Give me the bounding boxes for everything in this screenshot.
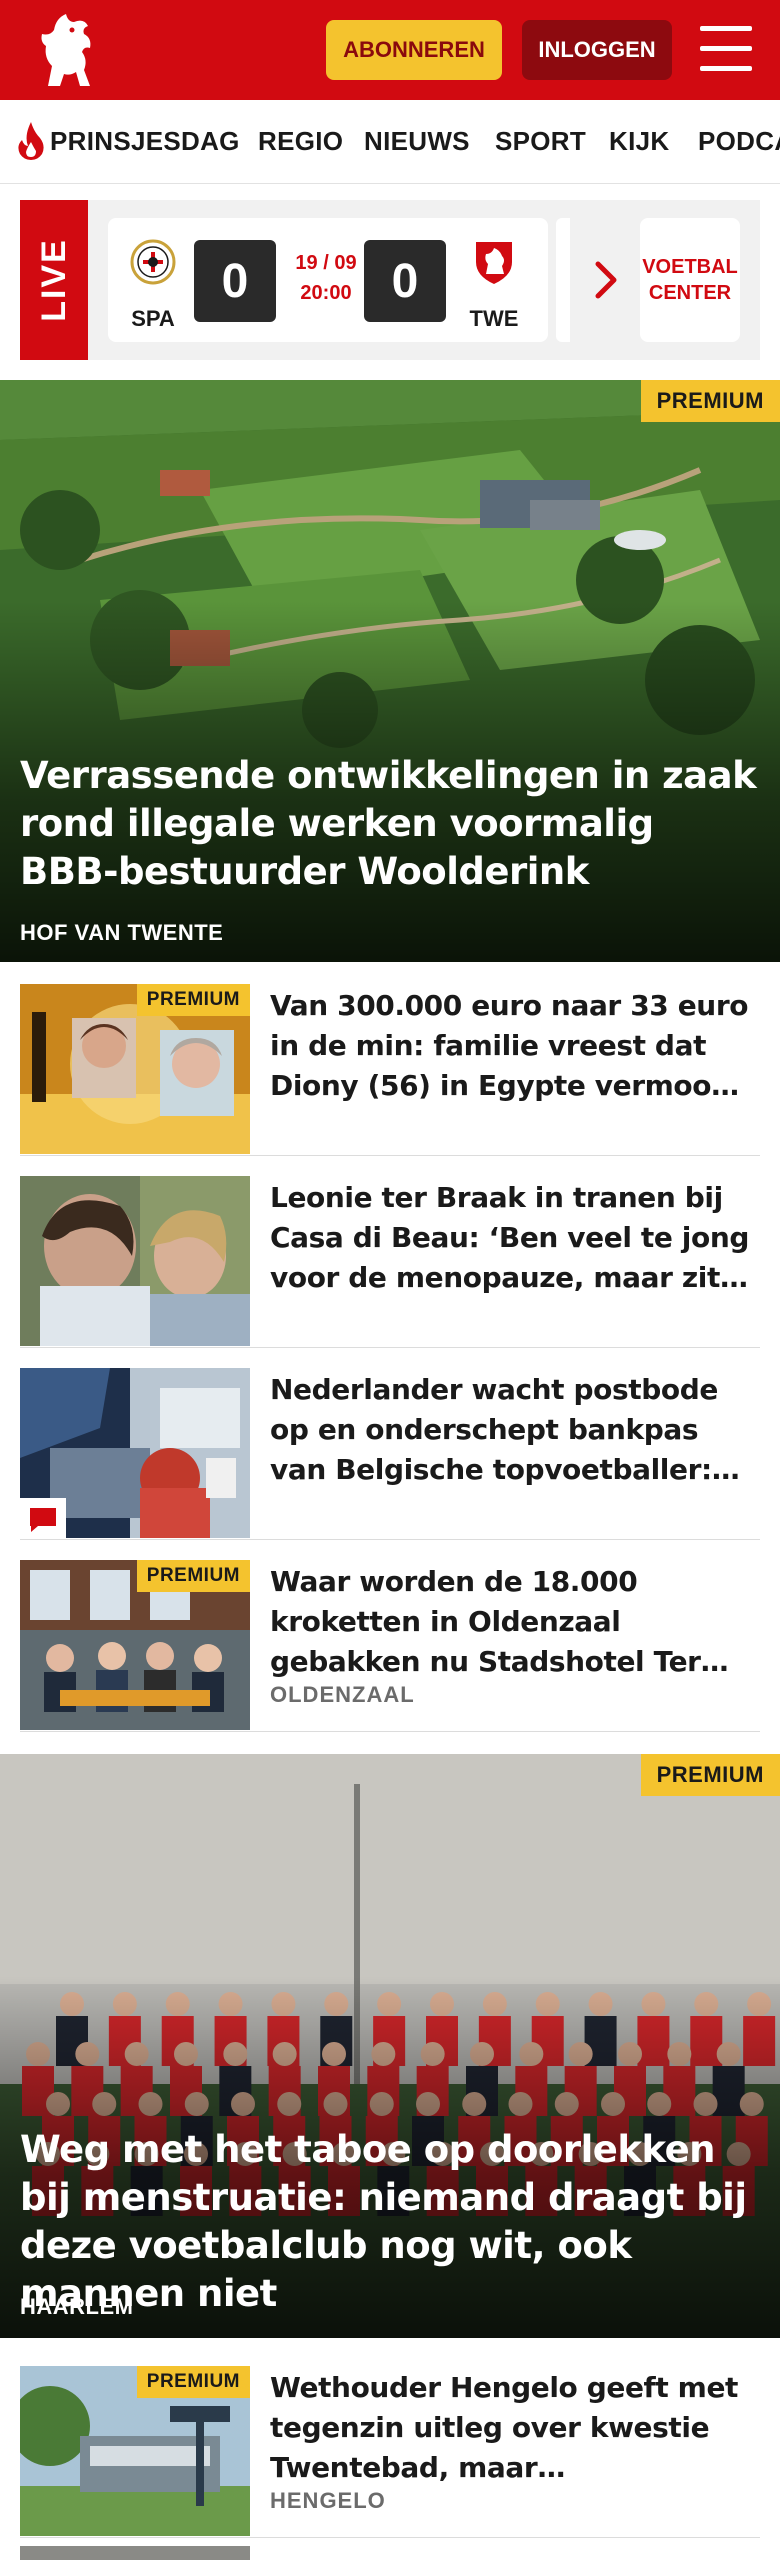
next-match-card-edge[interactable]	[556, 218, 570, 342]
match-datetime: 19 / 09 20:00	[286, 248, 366, 308]
away-score: 0	[364, 240, 446, 322]
article-title[interactable]: Leonie ter Braak in tranen bij Casa di B…	[270, 1178, 750, 1298]
premium-badge: PREMIUM	[136, 984, 250, 1016]
nav-item-prinsjesdag[interactable]: PRINSJESDAG	[50, 126, 240, 157]
article-title[interactable]: Van 300.000 euro naar 33 euro in de min:…	[270, 986, 750, 1106]
comment-icon	[30, 1508, 56, 1532]
login-button[interactable]: INLOGGEN	[522, 20, 672, 80]
away-team-code: TWE	[469, 306, 519, 331]
menu-icon[interactable]	[700, 26, 752, 72]
article-thumbnail	[20, 1176, 250, 1346]
site-header: ABONNEREN INLOGGEN	[0, 0, 780, 100]
premium-badge: PREMIUM	[136, 2366, 250, 2398]
article-title[interactable]: Nederlander wacht postbode op en ondersc…	[270, 1370, 750, 1490]
list-article-5[interactable]: PREMIUM Wethouder Hengelo geeft met tege…	[20, 2348, 760, 2538]
match-time: 20:00	[300, 282, 352, 304]
premium-badge: PREMIUM	[136, 1560, 250, 1592]
home-team-code: SPA	[131, 306, 175, 331]
home-team-crest-icon	[130, 239, 176, 285]
article-title[interactable]: Waar worden de 18.000 kroketten in Olden…	[270, 1562, 750, 1682]
live-label: LIVE	[20, 200, 88, 360]
hero-article-1[interactable]: PREMIUM Verrassende ontwikkelingen in za…	[0, 380, 780, 962]
football-center-button[interactable]: VOETBAL CENTER	[640, 218, 740, 342]
home-score: 0	[194, 240, 276, 322]
section-nav: PRINSJESDAG REGIO NIEUWS SPORT KIJK PODC…	[0, 100, 780, 184]
live-scoreboard: LIVE SPA 0 19 / 09 20:00 0 TWE VOETBAL C…	[20, 200, 760, 360]
next-article-thumbnail-peek	[20, 2546, 250, 2560]
chevron-right-icon[interactable]	[592, 258, 620, 302]
premium-badge: PREMIUM	[640, 1754, 780, 1796]
hero-location: HAARLEM	[20, 2294, 134, 2319]
twente-horse-logo-icon[interactable]	[26, 8, 110, 92]
hero-title[interactable]: Weg met het taboe op doorlekken bij mens…	[20, 2126, 760, 2318]
nav-item-podcast[interactable]: PODCA	[698, 126, 780, 157]
article-thumbnail: PREMIUM	[20, 2366, 250, 2536]
article-location: OLDENZAAL	[270, 1682, 415, 1707]
list-article-4[interactable]: PREMIUM Waar worden de 18.000 kroketten …	[20, 1542, 760, 1732]
list-article-3[interactable]: Nederlander wacht postbode op en ondersc…	[20, 1350, 760, 1540]
hero-title[interactable]: Verrassende ontwikkelingen in zaak rond …	[20, 752, 760, 896]
article-thumbnail: PREMIUM	[20, 1560, 250, 1730]
article-thumbnail	[20, 1368, 250, 1538]
hero-location: HOF VAN TWENTE	[20, 920, 224, 945]
list-article-2[interactable]: Leonie ter Braak in tranen bij Casa di B…	[20, 1158, 760, 1348]
premium-badge: PREMIUM	[640, 380, 780, 422]
article-title[interactable]: Wethouder Hengelo geeft met tegenzin uit…	[270, 2368, 750, 2488]
flame-icon	[18, 122, 44, 160]
nav-item-regio[interactable]: REGIO	[258, 126, 343, 157]
article-location: HENGELO	[270, 2488, 386, 2513]
list-article-1[interactable]: PREMIUM Van 300.000 euro naar 33 euro in…	[20, 966, 760, 1156]
comment-badge	[20, 1498, 66, 1538]
match-date: 19 / 09	[295, 252, 357, 274]
subscribe-button[interactable]: ABONNEREN	[326, 20, 502, 80]
nav-item-sport[interactable]: SPORT	[495, 126, 586, 157]
away-team-crest-icon	[476, 242, 512, 284]
nav-item-nieuws[interactable]: NIEUWS	[364, 126, 470, 157]
nav-item-kijk[interactable]: KIJK	[609, 126, 669, 157]
match-card[interactable]: SPA 0 19 / 09 20:00 0 TWE	[108, 218, 548, 342]
hero-article-2[interactable]: PREMIUM Weg met het taboe op doorlekken …	[0, 1754, 780, 2338]
article-thumbnail: PREMIUM	[20, 984, 250, 1154]
